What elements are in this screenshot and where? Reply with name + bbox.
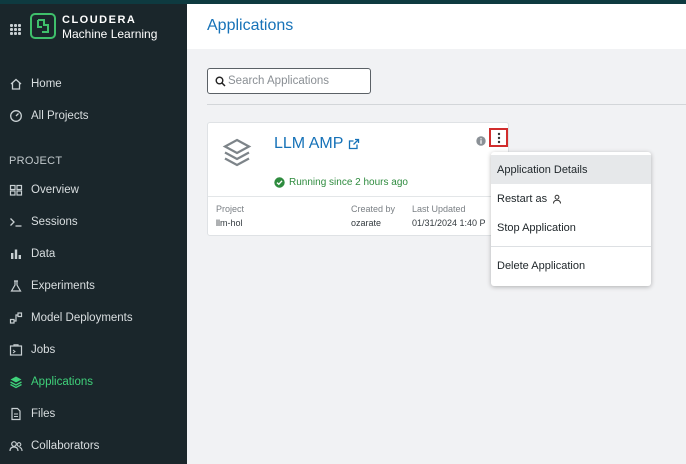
nav-jobs[interactable]: Jobs — [0, 336, 187, 364]
nav-files[interactable]: Files — [0, 400, 187, 428]
status-indicator: Running since 2 hours ago — [274, 177, 408, 188]
nav-label: Applications — [31, 376, 94, 388]
menu-item-label: Application Details — [497, 163, 588, 176]
application-layers-icon — [222, 137, 252, 174]
bar-chart-icon — [9, 247, 23, 261]
sidebar: CLOUDERA Machine Learning Home All Proje… — [0, 4, 187, 464]
application-name-link[interactable]: LLM AMP — [274, 135, 343, 153]
search-input[interactable] — [228, 72, 366, 90]
home-icon — [9, 77, 23, 91]
nav-label: Experiments — [31, 280, 95, 292]
info-icon[interactable] — [476, 133, 486, 151]
more-actions-button[interactable] — [489, 128, 508, 147]
brand-name: CLOUDERA — [62, 14, 137, 26]
nav-home[interactable]: Home — [0, 70, 187, 98]
layers-icon — [9, 375, 23, 389]
nav-label: Sessions — [31, 216, 78, 228]
jobs-icon — [9, 343, 23, 357]
card-divider — [208, 196, 508, 197]
nav-label: Overview — [31, 184, 79, 196]
page-header: Applications — [187, 4, 686, 49]
nav-all-projects[interactable]: All Projects — [0, 102, 187, 130]
menu-item-label: Delete Application — [497, 259, 586, 272]
last-updated-label: Last Updated — [412, 204, 466, 214]
check-circle-icon — [274, 177, 285, 188]
menu-item-stop-application[interactable]: Stop Application — [491, 213, 651, 242]
divider — [207, 104, 686, 105]
nav-label: Home — [31, 78, 62, 90]
nav-experiments[interactable]: Experiments — [0, 272, 187, 300]
flask-icon — [9, 279, 23, 293]
application-card[interactable]: LLM AMP Running since 2 hours ago Projec… — [207, 122, 509, 236]
search-icon — [215, 76, 226, 87]
created-by-value: ozarate — [351, 218, 382, 228]
user-icon — [553, 194, 562, 204]
people-icon — [9, 439, 23, 453]
cloudera-logo-icon — [30, 13, 56, 39]
terminal-icon — [9, 215, 23, 229]
actions-menu: Application Details Restart as Stop Appl… — [491, 152, 651, 286]
status-text: Running since 2 hours ago — [289, 177, 408, 188]
product-name: Machine Learning — [62, 27, 158, 41]
nav-label: Files — [31, 408, 56, 420]
project-label: Project — [216, 204, 245, 214]
app-grid-icon[interactable] — [10, 24, 21, 35]
gauge-icon — [9, 109, 23, 123]
nav-sessions[interactable]: Sessions — [0, 208, 187, 236]
file-icon — [9, 407, 23, 421]
menu-item-delete-application[interactable]: Delete Application — [491, 251, 651, 280]
last-updated-value: 01/31/2024 1:40 P — [412, 218, 486, 228]
external-link-icon[interactable] — [348, 137, 360, 155]
project-section-label: PROJECT — [9, 155, 63, 167]
nav-label: All Projects — [31, 110, 89, 122]
menu-item-label: Stop Application — [497, 221, 576, 234]
menu-item-label: Restart as — [497, 192, 548, 205]
page-title: Applications — [207, 17, 294, 34]
nav-overview[interactable]: Overview — [0, 176, 187, 204]
nav-collaborators[interactable]: Collaborators — [0, 432, 187, 460]
nav-applications[interactable]: Applications — [0, 368, 187, 396]
created-by-label: Created by — [351, 204, 396, 214]
overview-icon — [9, 183, 23, 197]
nav-label: Collaborators — [31, 440, 100, 452]
model-icon — [9, 311, 23, 325]
nav-data[interactable]: Data — [0, 240, 187, 268]
nav-label: Data — [31, 248, 56, 260]
menu-item-restart-as[interactable]: Restart as — [491, 184, 651, 213]
nav-label: Jobs — [31, 344, 56, 356]
nav-label: Model Deployments — [31, 312, 133, 324]
menu-divider — [491, 246, 651, 247]
menu-item-application-details[interactable]: Application Details — [491, 155, 651, 184]
nav-model-deployments[interactable]: Model Deployments — [0, 304, 187, 332]
kebab-menu-icon — [497, 132, 500, 143]
project-value: llm-hol — [216, 218, 243, 228]
search-box[interactable] — [207, 68, 371, 94]
